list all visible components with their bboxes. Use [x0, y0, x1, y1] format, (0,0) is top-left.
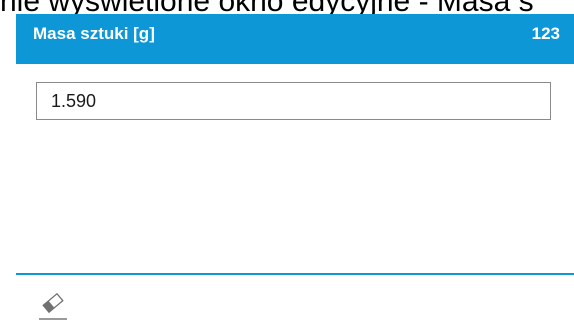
value-input[interactable]: 1.590: [36, 82, 551, 120]
edit-dialog: Masa sztuki [g] 123 1.590: [16, 14, 574, 327]
footer-divider: [16, 273, 574, 275]
value-text[interactable]: 1.590: [51, 83, 96, 119]
dialog-title: Masa sztuki [g]: [33, 24, 155, 43]
eraser-icon: [39, 292, 67, 320]
parameter-code: 123: [531, 24, 560, 43]
title-bar: Masa sztuki [g] 123: [16, 14, 574, 64]
clear-button[interactable]: [36, 289, 70, 323]
